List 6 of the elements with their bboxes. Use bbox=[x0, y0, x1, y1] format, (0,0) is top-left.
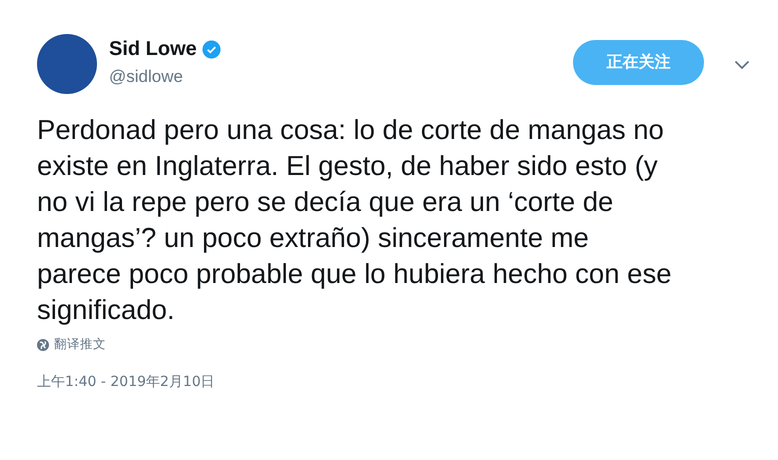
tweet-timestamp: 上午1:40 - 2019年2月10日 bbox=[37, 372, 216, 390]
chevron-down-icon[interactable] bbox=[734, 60, 750, 70]
translate-link[interactable]: 翻译推文 bbox=[37, 336, 106, 353]
tweet-text: Perdonad pero una cosa: lo de corte de mangas no existe en Inglaterra. El gesto, de haber sido esto (y no vi la repe pero se decía que era un ‘corte de mangas’? un poco extraño) sinceramente me parece poco probable que lo hubiera hecho con ese significado. bbox=[37, 113, 673, 327]
author-handle[interactable]: @sidlowe bbox=[109, 67, 221, 87]
author-name[interactable]: Sid Lowe bbox=[109, 38, 197, 61]
